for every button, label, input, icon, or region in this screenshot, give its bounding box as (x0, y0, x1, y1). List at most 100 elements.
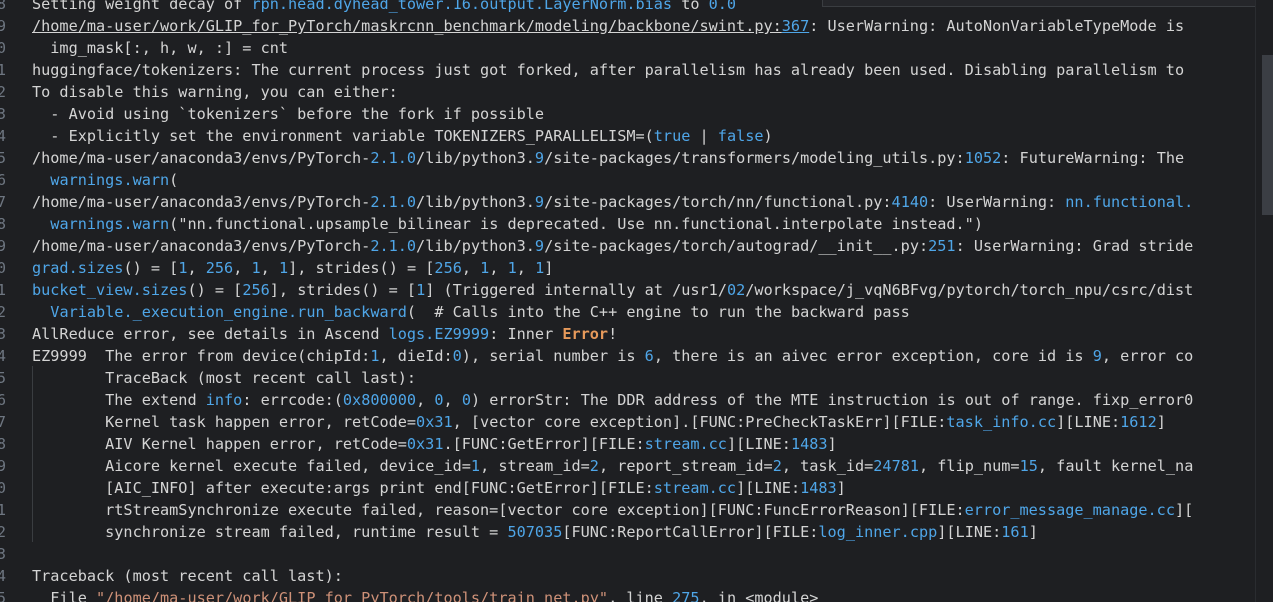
log-token: logs.EZ9999 (388, 325, 490, 343)
log-line: 7/home/ma-user/anaconda3/envs/PyTorch-2.… (0, 191, 1255, 213)
line-number-text: 0 (0, 259, 6, 277)
log-token: 1 (480, 259, 490, 277)
line-number: 0 (0, 477, 14, 499)
log-token: AIV Kernel happen error, retCode= (32, 435, 407, 453)
log-token: : Inner (489, 325, 563, 343)
log-token: File (32, 589, 97, 602)
log-token: /home/ma-user/anaconda3/envs/PyTorch- (32, 149, 371, 167)
line-number: 4 (0, 565, 14, 587)
line-number-text: 5 (0, 589, 6, 602)
line-number: 6 (0, 389, 14, 411)
log-token: , fault kernel_na (1037, 457, 1194, 475)
log-token: ("nn.functional.upsample_bilinear is dep… (169, 215, 983, 233)
log-token: - Explicitly set the environment variabl… (32, 127, 654, 145)
line-number-text: 9 (0, 237, 6, 255)
log-token: 1612 (1120, 413, 1157, 431)
log-token: : UserWarning: (928, 193, 1066, 211)
log-token: stream.cc (653, 479, 737, 497)
line-number-text: 3 (0, 325, 6, 343)
line-number: 5 (0, 587, 14, 602)
log-token: EZ9999 The error from device(chipId: (32, 347, 371, 365)
line-number-text: 0 (0, 39, 6, 57)
log-token: 1 (470, 457, 481, 475)
line-number: 2 (0, 81, 14, 103)
log-line-text: /home/ma-user/anaconda3/envs/PyTorch-2.1… (32, 235, 1193, 257)
log-line: 1 bucket_view.sizes() = [256], strides() … (0, 279, 1255, 301)
log-line-text: AllReduce error, see details in Ascend l… (32, 323, 617, 345)
line-number: 3 (0, 543, 14, 565)
line-number-text: 8 (0, 215, 6, 233)
log-token: /site-packages/torch/autograd/__init__.p… (544, 237, 929, 255)
log-token: 1 (535, 259, 545, 277)
log-token: 161 (1001, 523, 1029, 541)
log-token: rpn.head.dyhead_tower.16.output.LayerNor… (251, 0, 673, 13)
line-number: 8 (0, 433, 14, 455)
log-token: 6 (644, 347, 654, 365)
log-line: 8 AIV Kernel happen error, retCode=0x31.… (0, 433, 1255, 455)
log-token: log_inner.cpp (818, 523, 938, 541)
log-token: TraceBack (most recent call last): (32, 369, 417, 387)
line-number: 5 (0, 147, 14, 169)
log-token: ( (169, 171, 179, 189)
log-token: , in <module> (699, 589, 819, 602)
log-line: 5 TraceBack (most recent call last): (0, 367, 1255, 389)
log-token: 0x800000 (342, 391, 417, 409)
log-token: 9 (534, 149, 545, 167)
log-token: 9 (534, 193, 545, 211)
log-token: 1 (278, 259, 289, 277)
line-number-text: 1 (0, 501, 6, 519)
log-line: 2 To disable this warning, you can either… (0, 81, 1255, 103)
log-line-text: /home/ma-user/work/GLIP_for_PyTorch/mask… (32, 15, 1184, 37)
log-token: : FutureWarning: The (1001, 149, 1185, 167)
log-token: 4140 (891, 193, 929, 211)
log-line-text: AIV Kernel happen error, retCode=0x31.[F… (32, 433, 837, 455)
line-number-text: 2 (0, 523, 6, 541)
log-token: grad.sizes (32, 259, 124, 277)
log-token: 1 (251, 259, 261, 277)
line-number: 2 (0, 301, 14, 323)
log-token: true (653, 127, 691, 145)
log-token: /workspace/j_vqN6BFvg/pytorch/torch_npu/… (745, 281, 1194, 299)
log-line-text: - Explicitly set the environment variabl… (32, 125, 773, 147)
log-line: 7 Kernel task happen error, retCode=0x31… (0, 411, 1255, 433)
log-token: ][ (1174, 501, 1194, 519)
log-token: 1 (507, 259, 517, 277)
line-number-text: 1 (0, 61, 6, 79)
log-token: , (233, 259, 252, 277)
log-line: 5/home/ma-user/anaconda3/envs/PyTorch-2.… (0, 147, 1255, 169)
log-token: /home/ma-user/anaconda3/envs/PyTorch- (32, 237, 371, 255)
log-line: 3 - Avoid using `tokenizers` before the … (0, 103, 1255, 125)
log-token: () = [ (123, 259, 179, 277)
log-token: 2 (589, 457, 599, 475)
log-token: Traceback (most recent call last): (32, 567, 343, 585)
log-token (32, 303, 50, 321)
log-line-text: The extend info: errcode:(0x800000, 0, 0… (32, 389, 1193, 411)
log-line-text: Variable._execution_engine.run_backward(… (32, 301, 910, 323)
log-token: ) (763, 127, 773, 145)
find-widget-edge (822, 0, 1256, 7)
log-token: /site-packages/torch/nn/functional.py: (544, 193, 892, 211)
log-token: | (690, 127, 718, 145)
line-number: 3 (0, 323, 14, 345)
line-number: 4 (0, 345, 14, 367)
log-token: false (717, 127, 764, 145)
log-token: 256 (242, 281, 270, 299)
log-token: /site-packages/transformers/modeling_uti… (544, 149, 965, 167)
log-token: [AIC_INFO] after execute:args print end[… (32, 479, 654, 497)
line-number: 1 (0, 279, 14, 301)
log-line-text: huggingface/tokenizers: The current proc… (32, 59, 1184, 81)
log-token: ] (1028, 523, 1038, 541)
log-token: : errcode:( (242, 391, 343, 409)
scrollbar-thumb[interactable] (1262, 55, 1273, 215)
log-token: /lib/python3. (416, 237, 535, 255)
log-token: huggingface/tokenizers: The current proc… (32, 61, 1185, 79)
log-token: , [vector core exception].[FUNC:PreCheck… (452, 413, 947, 431)
terminal-output[interactable]: 8 Setting weight decay of rpn.head.dyhead… (0, 0, 1255, 602)
log-token: 9 (534, 237, 545, 255)
log-line-text: EZ9999 The error from device(chipId:1, d… (32, 345, 1193, 367)
log-token: ], strides() = [ (269, 281, 417, 299)
log-line: 0 grad.sizes() = [1, 256, 1, 1], strides(… (0, 257, 1255, 279)
line-number: 2 (0, 521, 14, 543)
log-token: 2 (772, 457, 782, 475)
log-token: /home/ma-user/work/GLIP_for_PyTorch/mask… (32, 17, 782, 35)
